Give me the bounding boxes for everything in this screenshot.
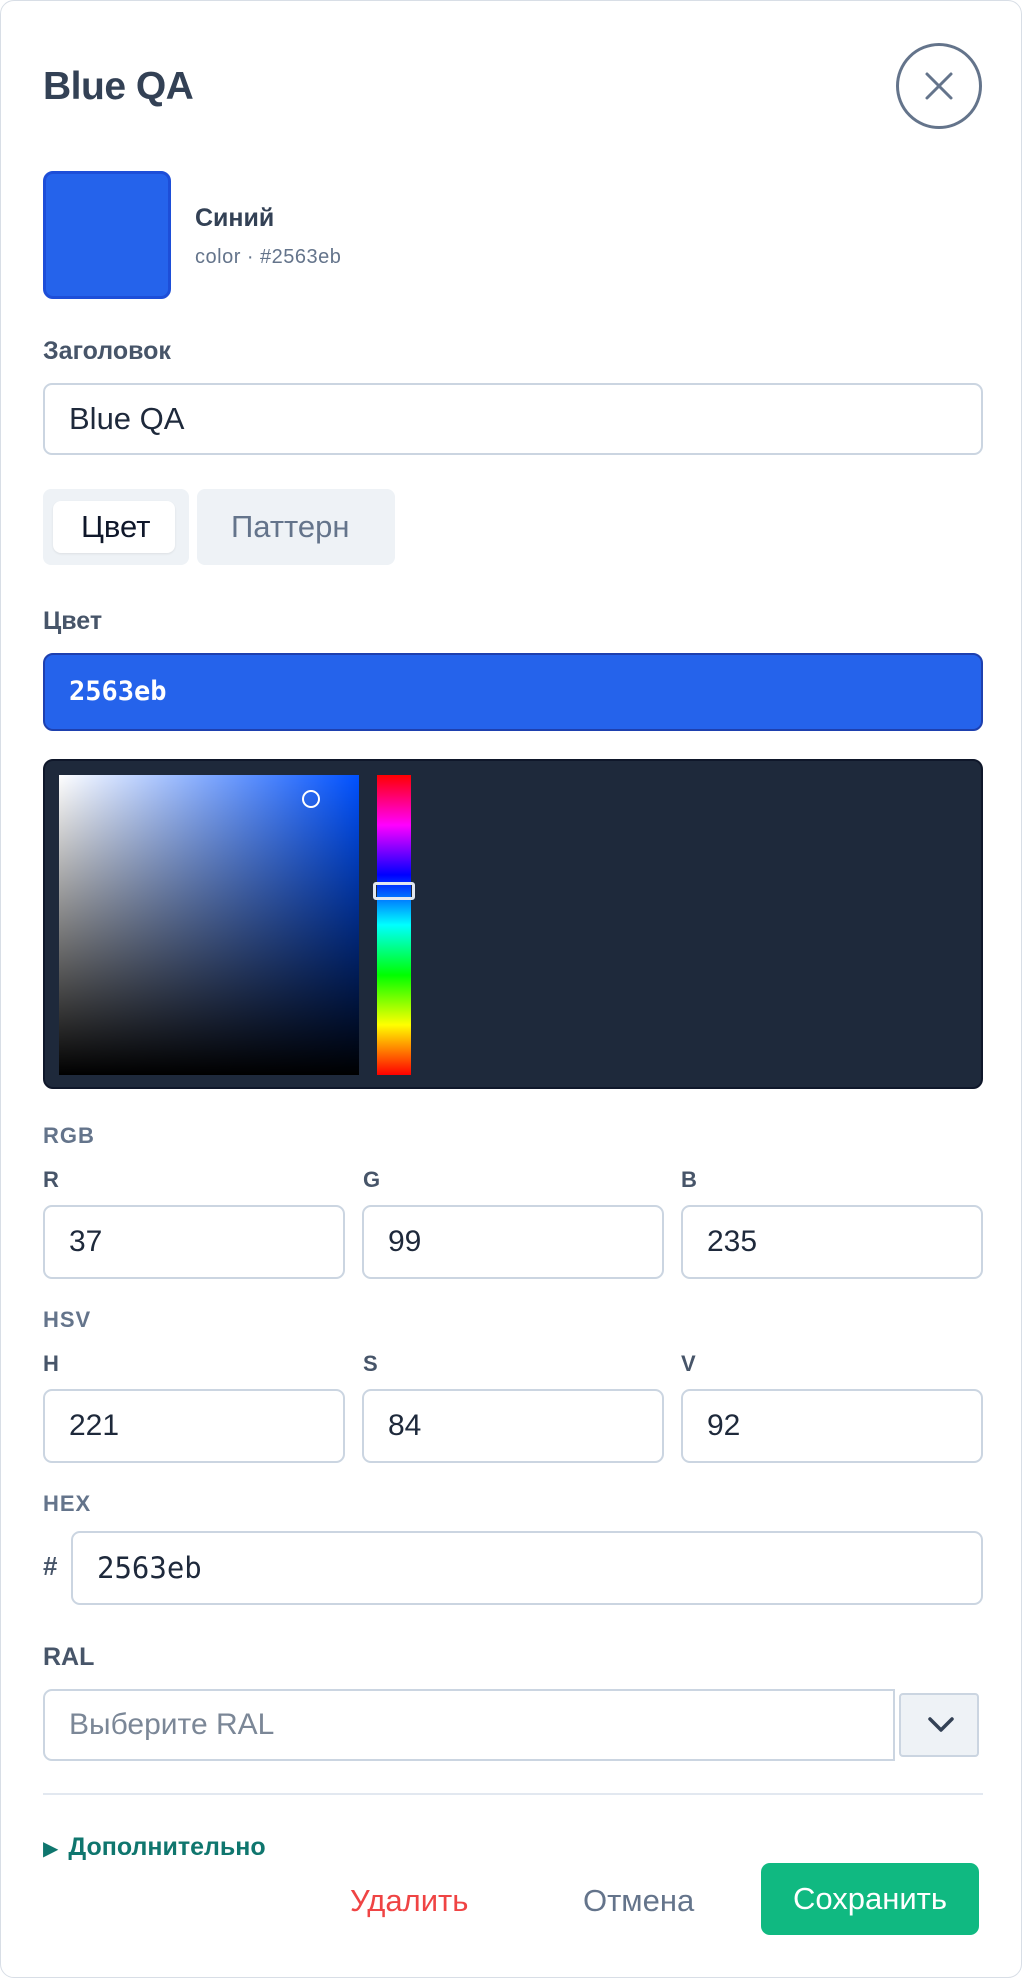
hex-prefix: #	[43, 1551, 58, 1581]
title-input[interactable]	[43, 383, 983, 455]
cancel-button[interactable]: Отмена	[583, 1883, 694, 1919]
delete-button[interactable]: Удалить	[350, 1883, 468, 1919]
v-input[interactable]	[681, 1389, 983, 1463]
hue-slider[interactable]	[373, 775, 415, 1075]
v-label: V	[681, 1351, 696, 1376]
meta-separator: ·	[246, 246, 255, 268]
chevron-down-icon	[928, 1717, 954, 1732]
h-input[interactable]	[43, 1389, 345, 1463]
hue-handle[interactable]	[373, 881, 415, 900]
color-edit-panel: Blue QA Синий color·#2563eb Заголовок Цв…	[0, 0, 1022, 1978]
r-label: R	[43, 1167, 59, 1192]
color-swatch	[43, 171, 171, 299]
triangle-right-icon: ▶	[43, 1838, 59, 1860]
panel-title: Blue QA	[43, 65, 194, 108]
color-picker	[43, 759, 983, 1089]
g-input[interactable]	[362, 1205, 664, 1279]
ral-label: RAL	[43, 1643, 95, 1671]
color-hex-display: #2563eb	[260, 246, 342, 268]
tab-pattern-label: Паттерн	[231, 509, 350, 544]
close-button[interactable]	[896, 43, 982, 129]
tab-color-label: Цвет	[81, 509, 151, 544]
close-icon	[925, 72, 953, 100]
sv-cursor[interactable]	[302, 790, 320, 808]
tab-color[interactable]: Цвет	[43, 489, 189, 565]
save-button[interactable]: Сохранить	[761, 1863, 979, 1935]
h-label: H	[43, 1351, 59, 1376]
color-value-field[interactable]: 2563eb	[43, 653, 983, 731]
advanced-label: Дополнительно	[68, 1833, 266, 1861]
color-name: Синий	[195, 204, 275, 232]
hex-input[interactable]	[71, 1531, 983, 1605]
hex-section-label: HEX	[43, 1491, 92, 1516]
color-meta: color · #2563eb	[195, 246, 341, 269]
ral-dropdown-toggle[interactable]	[899, 1693, 979, 1757]
s-input[interactable]	[362, 1389, 664, 1463]
color-type: color	[195, 246, 241, 268]
r-input[interactable]	[43, 1205, 345, 1279]
saturation-value-area[interactable]	[59, 775, 359, 1075]
s-label: S	[363, 1351, 378, 1376]
b-input[interactable]	[681, 1205, 983, 1279]
g-label: G	[363, 1167, 381, 1192]
color-field-label: Цвет	[43, 607, 103, 635]
rgb-section-label: RGB	[43, 1123, 95, 1148]
ral-select-input[interactable]	[43, 1689, 895, 1761]
advanced-toggle[interactable]: ▶ Дополнительно	[43, 1833, 266, 1862]
b-label: B	[681, 1167, 697, 1192]
title-field-label: Заголовок	[43, 337, 171, 365]
divider	[43, 1793, 983, 1795]
tab-pattern[interactable]: Паттерн	[197, 489, 395, 565]
hsv-section-label: HSV	[43, 1307, 92, 1332]
